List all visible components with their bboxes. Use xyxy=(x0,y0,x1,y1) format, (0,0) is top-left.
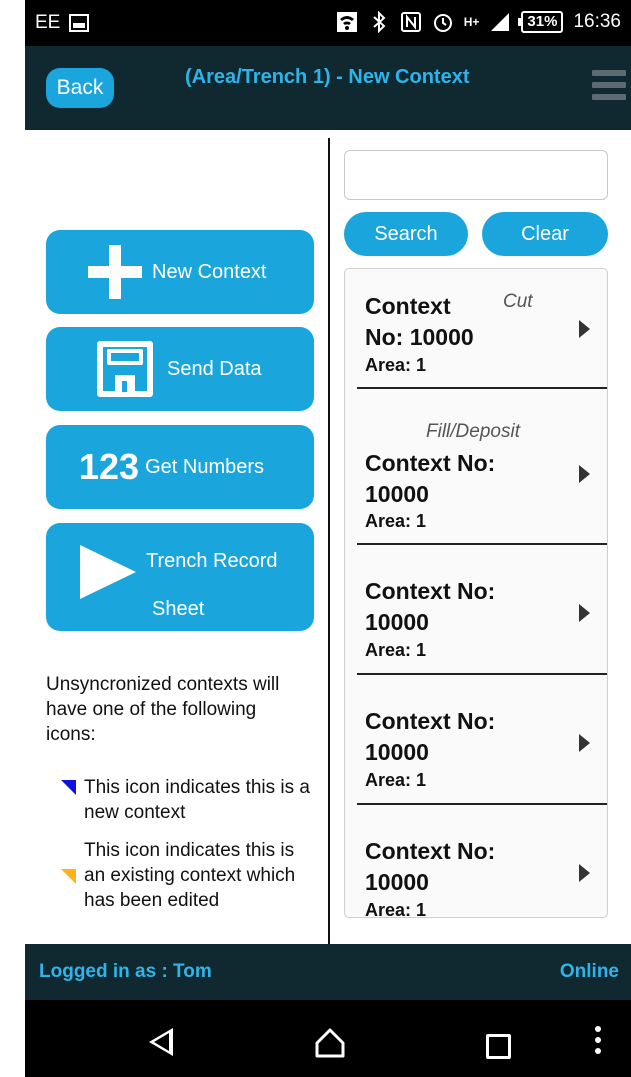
context-list-item[interactable]: Cut Context No: 10000 Area: 1 xyxy=(345,269,607,387)
context-title: Context No: 10000 xyxy=(365,293,474,350)
plus-icon xyxy=(88,245,142,299)
save-disk-icon xyxy=(97,341,153,397)
page-title: (Area/Trench 1) - New Context xyxy=(185,66,470,88)
context-area: Area: 1 xyxy=(365,640,427,660)
search-button[interactable]: Search xyxy=(344,212,468,256)
send-data-button[interactable]: Send Data xyxy=(46,327,314,411)
connection-status: Online xyxy=(559,961,619,982)
chevron-right-icon xyxy=(579,604,590,622)
logged-in-user: Logged in as : Tom xyxy=(39,961,212,982)
chevron-right-icon xyxy=(579,864,590,882)
clear-button[interactable]: Clear xyxy=(482,212,608,256)
context-title: Context No: 10000 xyxy=(365,450,496,507)
chevron-right-icon xyxy=(579,734,590,752)
trench-sheet-label: Sheet xyxy=(152,598,205,620)
context-list-item[interactable]: Context No: 10000 Area: 1 xyxy=(345,675,607,803)
search-input[interactable] xyxy=(344,150,608,200)
left-panel: New Context Send Data 123 Get Numbers Tr… xyxy=(25,130,329,944)
edited-context-flag-icon xyxy=(61,869,76,884)
context-area: Area: 1 xyxy=(365,900,427,918)
new-context-label: New Context xyxy=(152,260,267,283)
context-list-item[interactable]: Fill/Deposit Context No: 10000 Area: 1 xyxy=(345,389,607,543)
context-type-label: Fill/Deposit xyxy=(426,421,520,442)
app-header: Back (Area/Trench 1) - New Context xyxy=(25,46,631,130)
context-list-item[interactable]: Context No: 10000 Area: 1 xyxy=(345,805,607,918)
numbers-123-icon: 123 xyxy=(79,446,140,487)
nav-home-icon[interactable] xyxy=(314,1026,346,1058)
get-numbers-button[interactable]: 123 Get Numbers xyxy=(46,425,314,509)
carrier-label: EE xyxy=(35,12,61,33)
send-data-label: Send Data xyxy=(167,357,262,380)
panel-divider xyxy=(328,138,330,944)
battery-indicator: 31% xyxy=(518,11,564,33)
context-title: Context No: 10000 xyxy=(365,578,496,635)
context-list-item[interactable]: Context No: 10000 Area: 1 xyxy=(345,545,607,673)
alarm-icon xyxy=(433,14,452,32)
chevron-right-icon xyxy=(579,465,590,483)
context-list[interactable]: Cut Context No: 10000 Area: 1 Fill/Deposi… xyxy=(344,268,608,918)
chevron-right-icon xyxy=(579,320,590,338)
context-area: Area: 1 xyxy=(365,770,427,790)
legend-new-text: This icon indicates this is a new contex… xyxy=(84,777,310,823)
context-type-label: Cut xyxy=(503,291,533,312)
trench-record-sheet-button[interactable]: Trench Record Sheet xyxy=(46,523,314,631)
system-nav-bar xyxy=(25,1000,631,1077)
context-title: Context No: 10000 xyxy=(365,708,496,765)
status-bar: EE H+ 31% 16:36 xyxy=(25,0,631,46)
clock: 16:36 xyxy=(573,11,621,32)
network-type-label: H+ xyxy=(463,15,480,29)
context-title: Context No: 10000 xyxy=(365,838,496,895)
get-numbers-label: Get Numbers xyxy=(145,455,265,478)
nfc-icon xyxy=(400,12,421,32)
bluetooth-icon xyxy=(373,11,386,33)
image-notification-icon xyxy=(69,14,90,32)
context-area: Area: 1 xyxy=(365,511,427,531)
new-context-flag-icon xyxy=(61,780,76,795)
nav-recent-apps-icon[interactable] xyxy=(486,1034,511,1059)
wifi-icon xyxy=(336,12,357,32)
context-area: Area: 1 xyxy=(365,355,427,375)
hamburger-menu-icon[interactable] xyxy=(592,70,626,104)
app-footer: Logged in as : Tom Online xyxy=(25,944,631,1000)
nav-more-options-icon[interactable] xyxy=(595,1026,603,1058)
signal-icon xyxy=(491,13,510,31)
unsynced-info-text: Unsyncronized contexts will have one of … xyxy=(46,674,280,745)
play-icon xyxy=(80,545,136,599)
new-context-button[interactable]: New Context xyxy=(46,230,314,314)
nav-back-icon[interactable] xyxy=(149,1028,173,1056)
back-button[interactable]: Back xyxy=(46,68,114,108)
legend-edited-text: This icon indicates this is an existing … xyxy=(84,840,296,911)
trench-record-label: Trench Record xyxy=(146,550,278,572)
